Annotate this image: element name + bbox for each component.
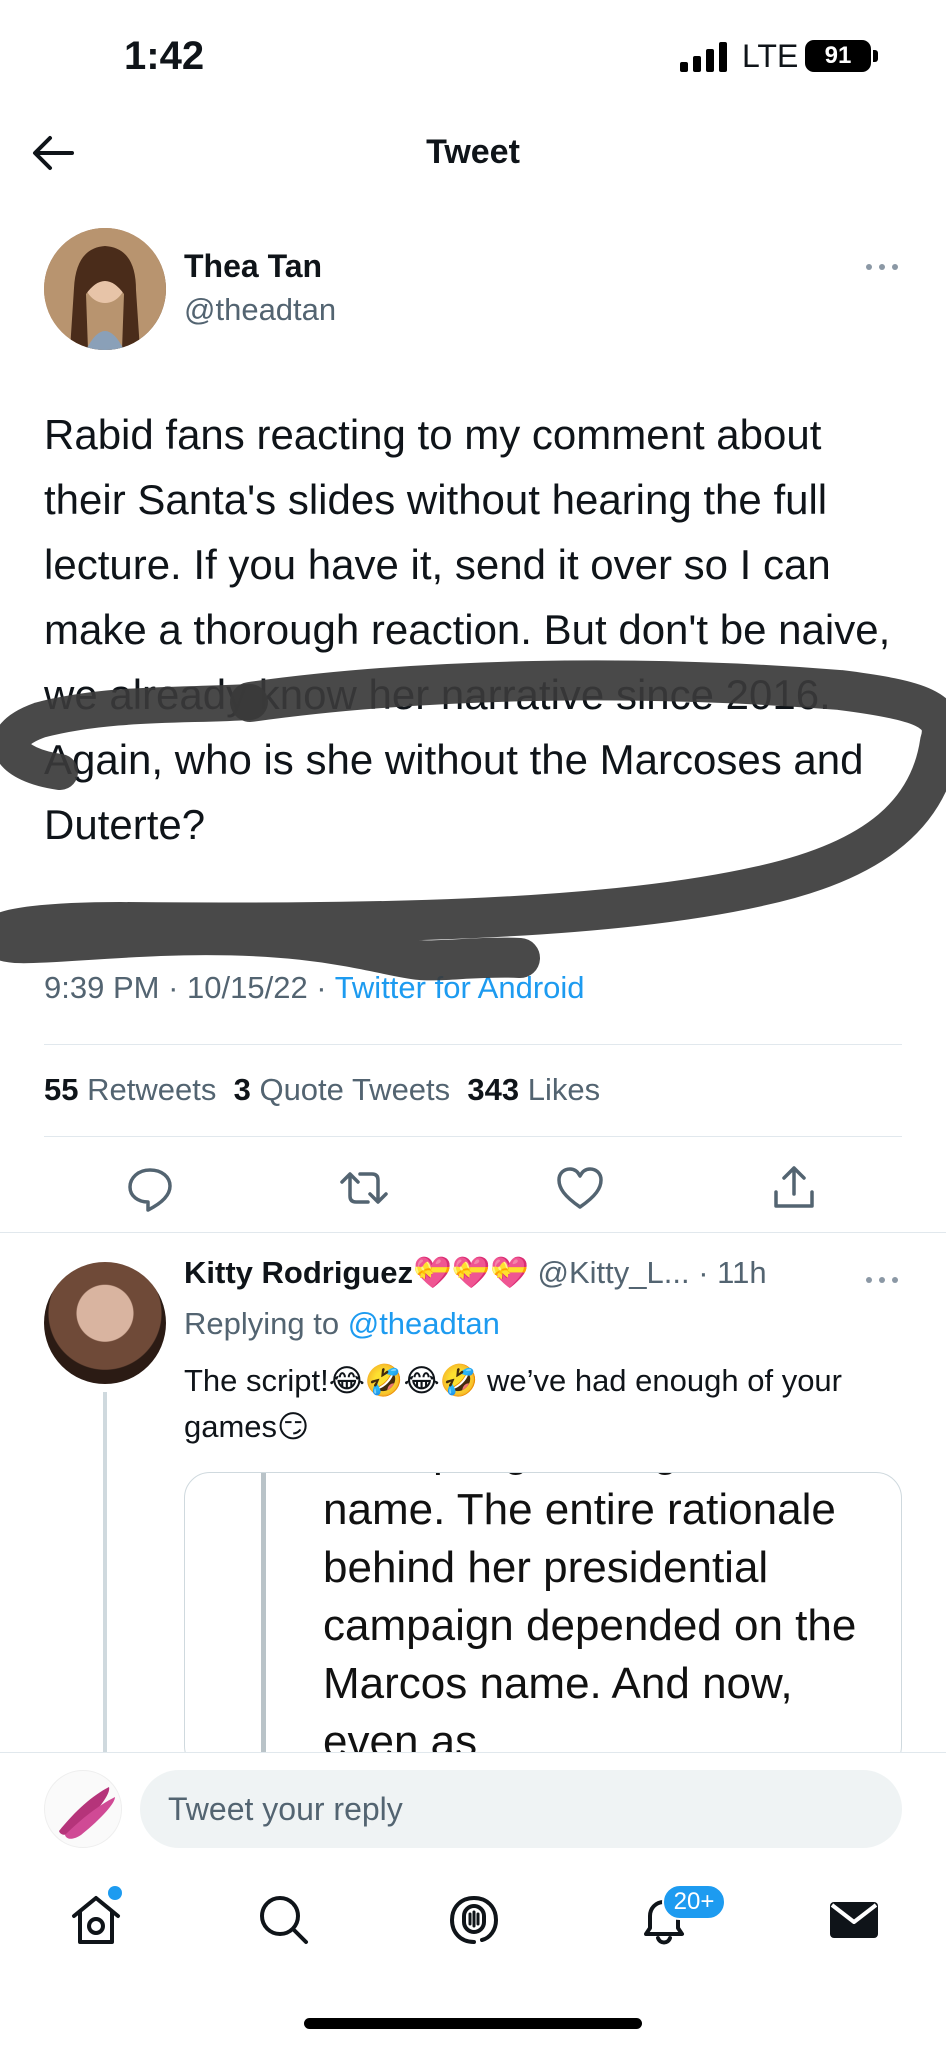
quoted-image-text: attempting to drag PRRD's name. The enti… xyxy=(323,1473,857,1766)
my-avatar[interactable] xyxy=(44,1770,122,1848)
likes-count: 343 xyxy=(467,1072,520,1107)
likes-stat[interactable]: 343 Likes xyxy=(467,1072,600,1107)
tweet-date: 10/15/22 xyxy=(187,970,308,1005)
divider xyxy=(44,1044,902,1045)
quotes-stat[interactable]: 3 Quote Tweets xyxy=(234,1072,451,1107)
tweet-time: 9:39 PM xyxy=(44,970,160,1005)
battery-icon: 91 xyxy=(805,40,871,72)
reply-author-handle[interactable]: @Kitty_L... xyxy=(537,1255,689,1290)
reply-author-avatar[interactable] xyxy=(44,1262,166,1384)
retweets-stat[interactable]: 55 Retweets xyxy=(44,1072,216,1107)
battery-level: 91 xyxy=(824,42,852,69)
reply-author-name[interactable]: Kitty Rodriguez💝💝💝 xyxy=(184,1255,529,1290)
more-icon[interactable] xyxy=(864,255,900,279)
home-indicator[interactable] xyxy=(304,2018,642,2029)
author-handle[interactable]: @theadtan xyxy=(184,292,336,328)
quote-bar xyxy=(261,1473,266,1771)
notifications-badge: 20+ xyxy=(662,1884,726,1920)
replying-mention-link[interactable]: @theadtan xyxy=(348,1306,500,1341)
reply-input[interactable] xyxy=(140,1770,902,1848)
quoted-image-card[interactable]: attempting to drag PRRD's name. The enti… xyxy=(184,1472,902,1772)
reply-header: Kitty Rodriguez💝💝💝 @Kitty_L... · 11h xyxy=(184,1254,767,1291)
signal-icon xyxy=(680,42,727,72)
retweet-icon[interactable] xyxy=(336,1160,392,1216)
reply-text: The script!😂🤣😂🤣 we’ve had enough of your… xyxy=(184,1363,842,1444)
thread-line xyxy=(103,1392,107,1752)
status-time: 1:42 xyxy=(124,34,205,78)
likes-label: Likes xyxy=(527,1072,601,1107)
battery-nub xyxy=(873,50,878,62)
reply-separator: · xyxy=(689,1255,718,1290)
spaces-icon[interactable] xyxy=(444,1890,504,1950)
my-avatar-image xyxy=(59,1787,115,1839)
network-label: LTE xyxy=(742,38,799,74)
home-unread-dot xyxy=(108,1886,122,1900)
author-avatar-image xyxy=(44,228,166,350)
like-icon[interactable] xyxy=(552,1160,608,1216)
replying-to: Replying to @theadtan xyxy=(184,1306,500,1342)
retweets-label: Retweets xyxy=(87,1072,217,1107)
quotes-count: 3 xyxy=(233,1072,251,1107)
page-title: Tweet xyxy=(426,133,520,171)
status-bar: 1:42 LTE 91 xyxy=(0,0,946,110)
retweets-count: 55 xyxy=(44,1072,79,1107)
reply-icon[interactable] xyxy=(122,1160,178,1216)
tweet-source-link[interactable]: Twitter for Android xyxy=(335,970,585,1005)
author-name[interactable]: Thea Tan xyxy=(184,248,322,285)
author-avatar[interactable] xyxy=(44,228,166,350)
divider xyxy=(44,1136,902,1137)
reply-age: 11h xyxy=(717,1255,767,1290)
search-icon[interactable] xyxy=(254,1890,314,1950)
replying-prefix: Replying to xyxy=(184,1306,340,1341)
divider xyxy=(0,1232,946,1233)
messages-icon[interactable] xyxy=(824,1890,884,1950)
quotes-label: Quote Tweets xyxy=(259,1072,451,1107)
tweet-meta: 9:39 PM · 10/15/22 · Twitter for Android xyxy=(44,970,585,1005)
tweet-stats: 55 Retweets 3 Quote Tweets 343 Likes xyxy=(44,1072,600,1108)
more-icon[interactable] xyxy=(864,1268,900,1292)
share-icon[interactable] xyxy=(766,1160,822,1216)
tweet-text: Rabid fans reacting to my comment about … xyxy=(44,411,891,848)
